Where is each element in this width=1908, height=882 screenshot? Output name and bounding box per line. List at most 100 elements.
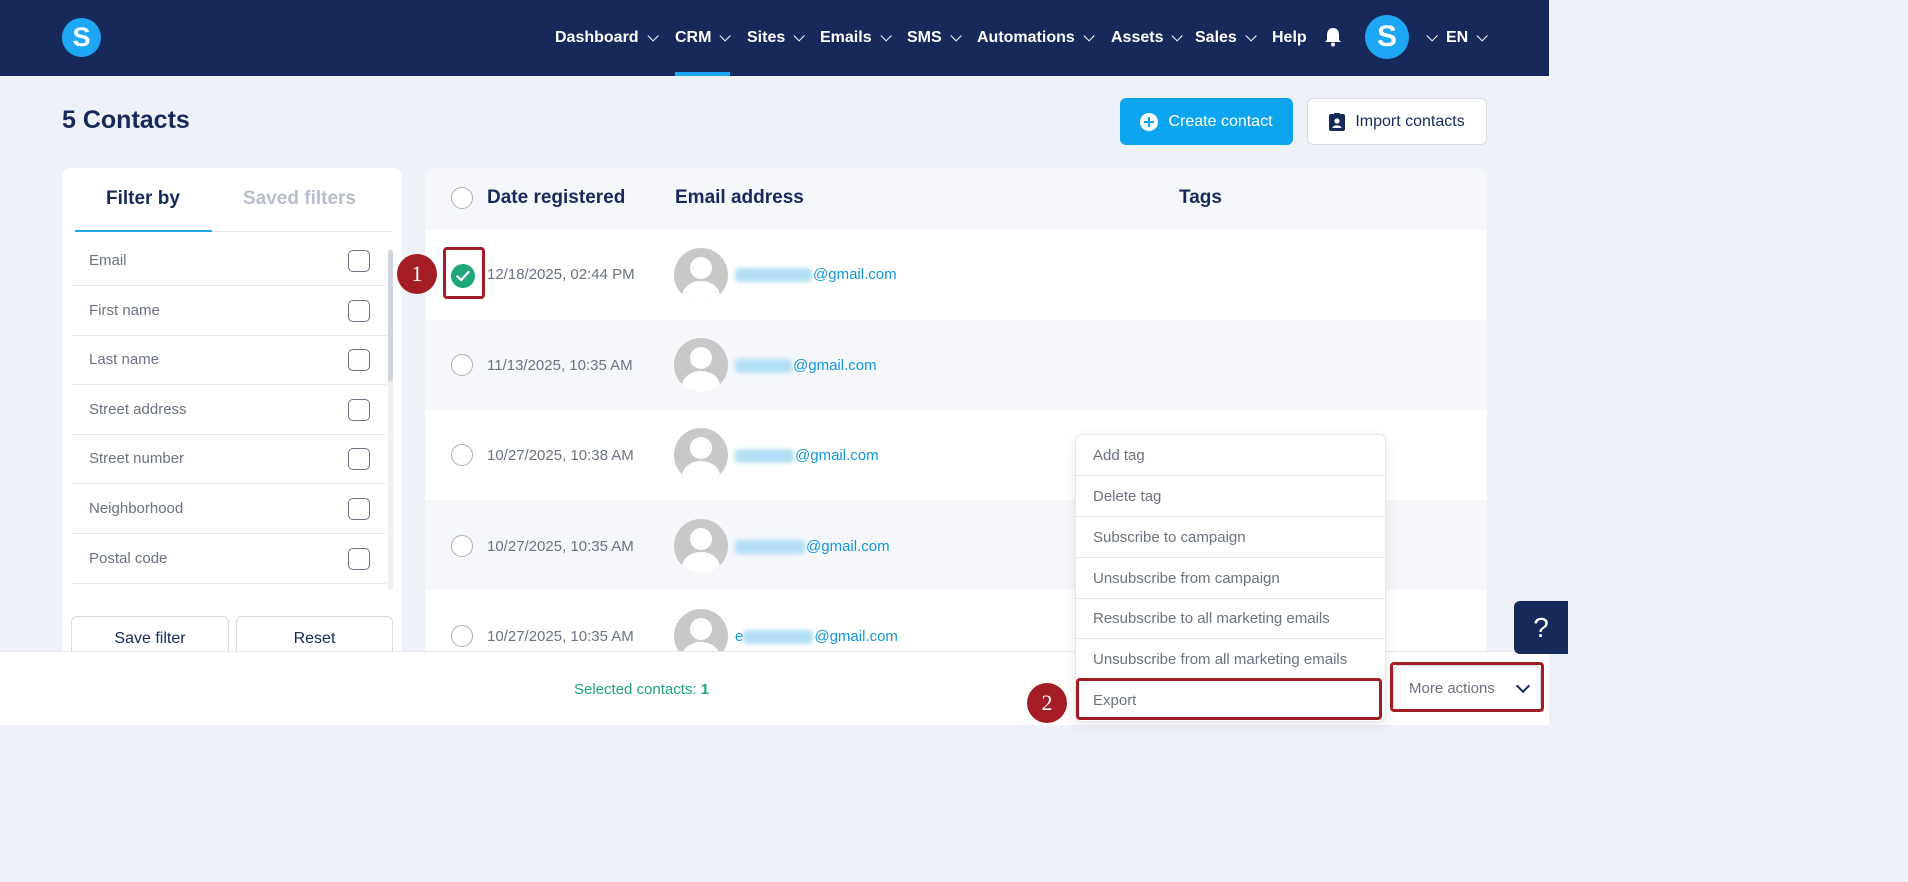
email-domain: @gmail.com bbox=[795, 447, 879, 464]
selected-contacts-count: Selected contacts: 1 bbox=[574, 681, 709, 698]
row-email-link[interactable]: @gmail.com bbox=[735, 538, 890, 555]
filter-checkbox[interactable] bbox=[348, 299, 370, 322]
filter-checkbox[interactable] bbox=[348, 447, 370, 470]
app-logo[interactable]: S bbox=[62, 18, 101, 57]
nav-automations[interactable]: Automations bbox=[977, 0, 1095, 76]
annotation-number: 1 bbox=[397, 254, 437, 294]
language-selector[interactable]: EN bbox=[1446, 0, 1489, 76]
contact-avatar bbox=[674, 519, 728, 573]
email-domain: @gmail.com bbox=[813, 266, 897, 283]
column-tags: Tags bbox=[1179, 187, 1222, 208]
menu-item-unsubscribe-all[interactable]: Unsubscribe from all marketing emails bbox=[1075, 639, 1386, 680]
nav-label: SMS bbox=[907, 29, 942, 46]
row-email-link[interactable]: @gmail.com bbox=[735, 266, 897, 283]
language-label: EN bbox=[1446, 29, 1469, 46]
filter-row-postal-code[interactable]: Postal code bbox=[71, 534, 387, 584]
filter-checkbox[interactable] bbox=[348, 497, 370, 520]
contact-card-icon bbox=[1329, 112, 1346, 131]
redacted-text bbox=[735, 267, 812, 282]
import-contacts-button[interactable]: Import contacts bbox=[1307, 98, 1487, 145]
filter-label: Email bbox=[89, 252, 127, 269]
tab-filter-by[interactable]: Filter by bbox=[106, 188, 180, 210]
row-select-radio[interactable] bbox=[451, 354, 473, 376]
nav-label: Assets bbox=[1111, 29, 1164, 46]
filter-row-street-number[interactable]: Street number bbox=[71, 434, 387, 484]
nav-label: Sites bbox=[747, 29, 786, 46]
nav-label: Emails bbox=[820, 29, 872, 46]
filter-label: Street number bbox=[89, 450, 185, 467]
nav-sites[interactable]: Sites bbox=[747, 0, 806, 76]
user-avatar[interactable]: S bbox=[1365, 15, 1409, 59]
selected-label: Selected contacts: bbox=[574, 681, 697, 698]
filter-checkbox[interactable] bbox=[348, 398, 370, 421]
redacted-text bbox=[735, 539, 805, 554]
row-email-link[interactable]: @gmail.com bbox=[735, 447, 879, 464]
annotation-box-more-actions bbox=[1390, 662, 1544, 712]
filter-label: Last name bbox=[89, 351, 160, 368]
menu-item-unsubscribe-campaign[interactable]: Unsubscribe from campaign bbox=[1075, 558, 1386, 599]
filter-row-email[interactable]: Email bbox=[71, 236, 387, 286]
tab-divider bbox=[212, 231, 392, 232]
select-all-radio[interactable] bbox=[451, 187, 473, 209]
create-contact-button[interactable]: Create contact bbox=[1120, 98, 1293, 145]
filter-checkbox[interactable] bbox=[348, 249, 370, 272]
email-prefix: e bbox=[735, 628, 744, 645]
row-select-radio[interactable] bbox=[451, 625, 473, 647]
nav-active-indicator bbox=[675, 72, 730, 76]
contact-avatar bbox=[674, 338, 728, 392]
email-domain: @gmail.com bbox=[793, 357, 877, 374]
help-button[interactable]: ? bbox=[1514, 601, 1568, 654]
user-menu-chevron[interactable] bbox=[1418, 0, 1438, 76]
column-email-address[interactable]: Email address bbox=[675, 187, 804, 209]
tab-active-indicator bbox=[75, 230, 212, 232]
nav-emails[interactable]: Emails bbox=[820, 0, 892, 76]
nav-crm[interactable]: CRM bbox=[675, 0, 732, 76]
nav-label: CRM bbox=[675, 29, 712, 46]
contact-avatar bbox=[674, 428, 728, 482]
nav-label: Help bbox=[1272, 29, 1307, 46]
filter-label: Street address bbox=[89, 401, 187, 418]
filter-row-first-name[interactable]: First name bbox=[71, 286, 387, 336]
create-contact-label: Create contact bbox=[1168, 112, 1273, 130]
nav-sales[interactable]: Sales bbox=[1195, 0, 1257, 76]
email-domain: @gmail.com bbox=[806, 538, 890, 555]
redacted-text bbox=[735, 448, 794, 463]
filter-label: First name bbox=[89, 302, 160, 319]
nav-dashboard[interactable]: Dashboard bbox=[555, 0, 659, 76]
filter-checkbox[interactable] bbox=[348, 348, 370, 371]
nav-assets[interactable]: Assets bbox=[1111, 0, 1184, 76]
row-email-link[interactable]: @gmail.com bbox=[735, 357, 877, 374]
menu-item-resubscribe-all[interactable]: Resubscribe to all marketing emails bbox=[1075, 598, 1386, 639]
filter-row-last-name[interactable]: Last name bbox=[71, 335, 387, 385]
filter-row-street-address[interactable]: Street address bbox=[71, 385, 387, 435]
menu-item-delete-tag[interactable]: Delete tag bbox=[1075, 476, 1386, 517]
filter-checkbox[interactable] bbox=[348, 547, 370, 570]
tab-saved-filters[interactable]: Saved filters bbox=[243, 188, 356, 210]
annotation-number: 2 bbox=[1027, 683, 1067, 723]
nav-label: Dashboard bbox=[555, 29, 639, 46]
row-date: 10/27/2025, 10:35 AM bbox=[487, 628, 634, 645]
filter-label: Neighborhood bbox=[89, 500, 184, 517]
row-date: 11/13/2025, 10:35 AM bbox=[487, 357, 633, 374]
nav-sms[interactable]: SMS bbox=[907, 0, 962, 76]
menu-item-subscribe-campaign[interactable]: Subscribe to campaign bbox=[1075, 517, 1386, 558]
import-contacts-label: Import contacts bbox=[1355, 112, 1465, 130]
row-select-radio[interactable] bbox=[451, 444, 473, 466]
filter-row-neighborhood[interactable]: Neighborhood bbox=[71, 484, 387, 534]
bell-icon[interactable] bbox=[1324, 27, 1342, 47]
page-title: 5 Contacts bbox=[62, 106, 190, 134]
nav-label: Sales bbox=[1195, 29, 1237, 46]
row-email-link[interactable]: e @gmail.com bbox=[735, 628, 898, 645]
row-date: 12/18/2025, 02:44 PM bbox=[487, 266, 635, 283]
selected-count: 1 bbox=[700, 681, 710, 698]
annotation-box-select-row bbox=[443, 247, 485, 299]
column-date-registered[interactable]: Date registered bbox=[487, 187, 625, 209]
menu-item-add-tag[interactable]: Add tag bbox=[1075, 435, 1386, 476]
row-select-radio[interactable] bbox=[451, 535, 473, 557]
nav-help[interactable]: Help bbox=[1272, 0, 1307, 76]
nav-label: Automations bbox=[977, 29, 1075, 46]
filter-scrollbar-thumb[interactable] bbox=[388, 250, 393, 382]
row-date: 10/27/2025, 10:38 AM bbox=[487, 447, 634, 464]
annotation-box-export bbox=[1076, 678, 1382, 720]
redacted-text bbox=[743, 629, 814, 644]
